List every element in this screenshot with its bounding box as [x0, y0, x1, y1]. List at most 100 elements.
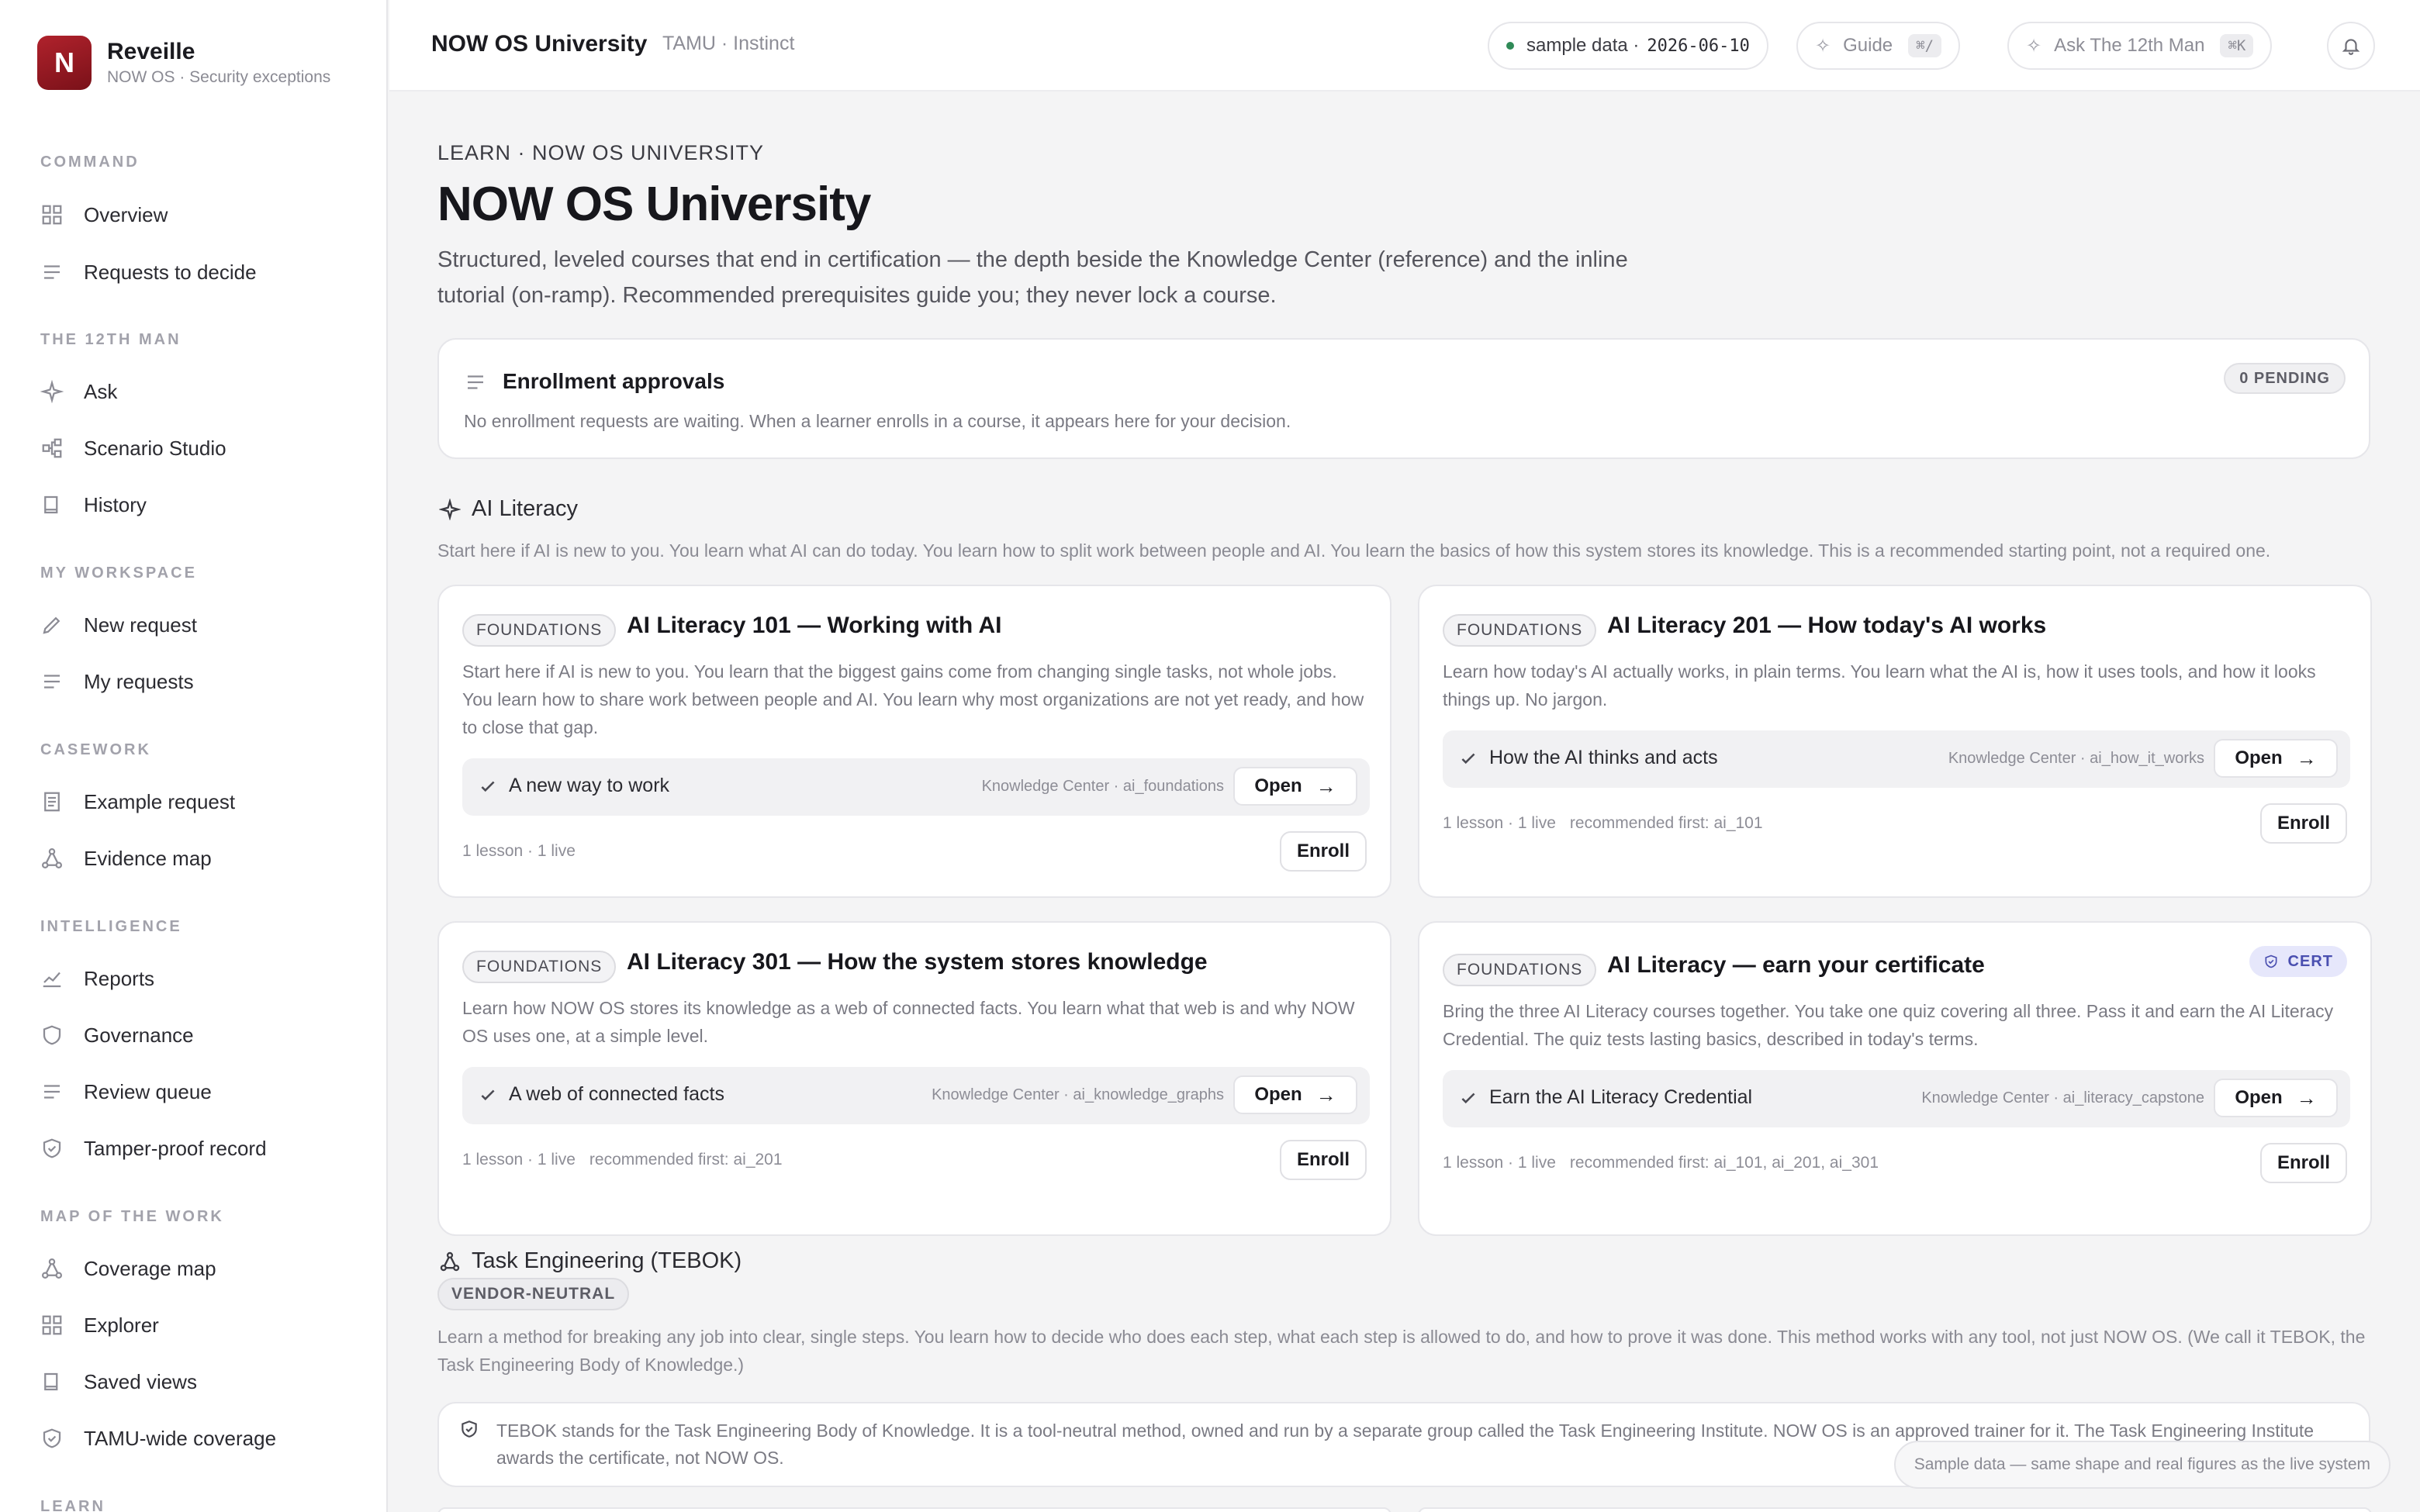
course-description: Learn how NOW OS stores its knowledge as…: [462, 998, 1355, 1046]
section-title-text: Task Engineering (TEBOK): [472, 1248, 742, 1273]
guide-shortcut: ⌘/: [1908, 34, 1942, 57]
sidebar-item-review-queue[interactable]: Review queue: [40, 1075, 212, 1109]
sidebar-item-label: Review queue: [84, 1079, 212, 1103]
enrollment-approvals-description: No enrollment requests are waiting. When…: [464, 411, 1291, 431]
course-card-peek: [437, 1507, 1392, 1512]
open-lesson-button[interactable]: Open →: [1233, 767, 1357, 806]
sidebar-item-my-requests[interactable]: My requests: [40, 665, 194, 699]
open-lesson-button[interactable]: Open →: [2214, 1079, 2338, 1117]
sparkle-icon: ✧: [2026, 35, 2042, 57]
lesson-source: Knowledge Center · ai_knowledge_graphs: [932, 1086, 1224, 1103]
sparkle-icon: ✧: [1815, 35, 1831, 57]
shield-check-icon: [462, 1421, 477, 1438]
nav-section-intelligence: INTELLIGENCE: [40, 918, 182, 935]
check-icon: [481, 1089, 495, 1101]
page-title: NOW OS University: [437, 178, 871, 231]
sidebar-item-reports[interactable]: Reports: [40, 961, 154, 996]
course-meta: 1 lesson · 1 live recommended first: ai_1…: [1443, 1154, 1879, 1172]
lesson-row: Earn the AI Literacy Credential Knowledg…: [1443, 1070, 2350, 1127]
sample-data-label: sample data ·: [1526, 35, 1640, 56]
open-lesson-button[interactable]: Open →: [1233, 1075, 1357, 1114]
sidebar-item-label: TAMU-wide coverage: [84, 1426, 277, 1450]
sidebar-item-overview[interactable]: Overview: [40, 198, 168, 232]
sidebar-item-new-request[interactable]: New request: [40, 608, 197, 642]
sidebar-item-tamper-proof-record[interactable]: Tamper-proof record: [40, 1131, 267, 1165]
sidebar-item-label: Coverage map: [84, 1256, 216, 1280]
course-card-ai-301: FOUNDATIONS AI Literacy 301 — How the sy…: [437, 921, 1392, 1236]
pending-count-badge: 0 PENDING: [2224, 363, 2346, 394]
nav-section-my-workspace: MY WORKSPACE: [40, 564, 197, 582]
sidebar-item-saved-views[interactable]: Saved views: [40, 1365, 197, 1399]
document-icon: [44, 792, 60, 812]
sidebar-item-label: Ask: [84, 379, 118, 403]
sparkle-icon: [40, 380, 64, 403]
section-description-ai-literacy: Start here if AI is new to you. You lear…: [437, 540, 2271, 561]
sidebar-item-label: My requests: [84, 669, 194, 693]
enroll-button[interactable]: Enroll: [2260, 803, 2347, 844]
open-label: Open: [1254, 1084, 1302, 1105]
course-title: AI Literacy 301 — How the system stores …: [627, 949, 1208, 975]
lesson-row: A web of connected facts Knowledge Cente…: [462, 1067, 1370, 1124]
sidebar-item-history[interactable]: History: [40, 488, 147, 522]
lesson-title: A web of connected facts: [509, 1083, 724, 1105]
sidebar-item-governance[interactable]: Governance: [40, 1018, 194, 1052]
sidebar-item-example-request[interactable]: Example request: [40, 785, 235, 819]
lesson-source: Knowledge Center · ai_literacy_capstone: [1921, 1089, 2204, 1106]
sidebar-item-label: Evidence map: [84, 846, 212, 870]
enroll-button[interactable]: Enroll: [2260, 1143, 2347, 1183]
course-prerequisite: recommended first: ai_101: [1569, 814, 1763, 832]
course-card-peek: [1418, 1507, 2372, 1512]
nav-section-12th-man: THE 12TH MAN: [40, 331, 182, 348]
sidebar-item-coverage-map[interactable]: Coverage map: [40, 1251, 216, 1286]
brand[interactable]: N Reveille NOW OS · Security exceptions: [37, 36, 330, 90]
open-lesson-button[interactable]: Open →: [2214, 739, 2338, 778]
arrow-right-icon: →: [2296, 746, 2317, 770]
lesson-row: A new way to work Knowledge Center · ai_…: [462, 758, 1370, 816]
course-meta-count: 1 lesson · 1 live: [462, 842, 576, 860]
book-icon: [44, 495, 58, 514]
shield-check-icon: [43, 1138, 61, 1158]
certificate-badge-label: CERT: [2287, 952, 2333, 970]
sidebar-item-tamu-wide-coverage[interactable]: TAMU-wide coverage: [40, 1421, 276, 1455]
sidebar-item-scenario-studio[interactable]: Scenario Studio: [40, 431, 226, 465]
lesson-source: Knowledge Center · ai_foundations: [981, 778, 1224, 795]
chart-icon: [43, 972, 61, 988]
enroll-button[interactable]: Enroll: [1280, 831, 1367, 872]
top-bar: NOW OS University TAMU · Instinct sample…: [389, 0, 2420, 91]
shield-check-icon: [2265, 954, 2277, 968]
course-title: AI Literacy — earn your certificate: [1607, 952, 1985, 978]
top-bar-title: NOW OS University: [431, 31, 648, 57]
course-prerequisite: recommended first: ai_201: [589, 1151, 783, 1169]
sidebar-item-label: Reports: [84, 966, 155, 990]
sidebar-item-label: Explorer: [84, 1313, 159, 1337]
lesson-source: Knowledge Center · ai_how_it_works: [1948, 750, 2204, 767]
notifications-button[interactable]: [2327, 22, 2375, 70]
section-title-ai-literacy: AI Literacy: [439, 496, 578, 522]
ask-12th-man-button[interactable]: ✧ Ask The 12th Man ⌘K: [2007, 22, 2273, 70]
enrollment-approvals-card: Enrollment approvals 0 PENDING No enroll…: [437, 338, 2370, 459]
sidebar-item-evidence-map[interactable]: Evidence map: [40, 841, 212, 875]
grid-icon: [42, 1315, 62, 1335]
list-icon: [44, 265, 60, 279]
course-prerequisite: recommended first: ai_101, ai_201, ai_30…: [1569, 1154, 1879, 1172]
page-description: Structured, leveled courses that end in …: [437, 247, 1628, 308]
sidebar-item-explorer[interactable]: Explorer: [40, 1308, 159, 1342]
lesson-title: Earn the AI Literacy Credential: [1489, 1086, 1753, 1108]
guide-button[interactable]: ✧ Guide ⌘/: [1796, 22, 1961, 70]
course-meta: 1 lesson · 1 live: [462, 842, 576, 861]
enroll-button[interactable]: Enroll: [1280, 1140, 1367, 1180]
check-icon: [1461, 1093, 1475, 1104]
main-content: LEARN · NOW OS UNIVERSITY NOW OS Univers…: [389, 93, 2420, 1512]
nodes-icon: [42, 438, 62, 458]
sample-data-toast: Sample data — same shape and real figure…: [1893, 1441, 2391, 1489]
section-description-tebok: Learn a method for breaking any job into…: [437, 1327, 2366, 1375]
sidebar-item-requests-to-decide[interactable]: Requests to decide: [40, 255, 257, 289]
nav-section-command: COMMAND: [40, 154, 140, 171]
sidebar-item-ask[interactable]: Ask: [40, 375, 117, 409]
book-icon: [44, 1372, 58, 1391]
sidebar-item-label: History: [84, 492, 147, 516]
status-dot-icon: [1506, 42, 1514, 50]
lesson-row: How the AI thinks and acts Knowledge Cen…: [1443, 730, 2350, 788]
sample-data-badge: sample data · 2026-06-10: [1488, 22, 1768, 70]
sidebar-item-label: Example request: [84, 789, 236, 813]
